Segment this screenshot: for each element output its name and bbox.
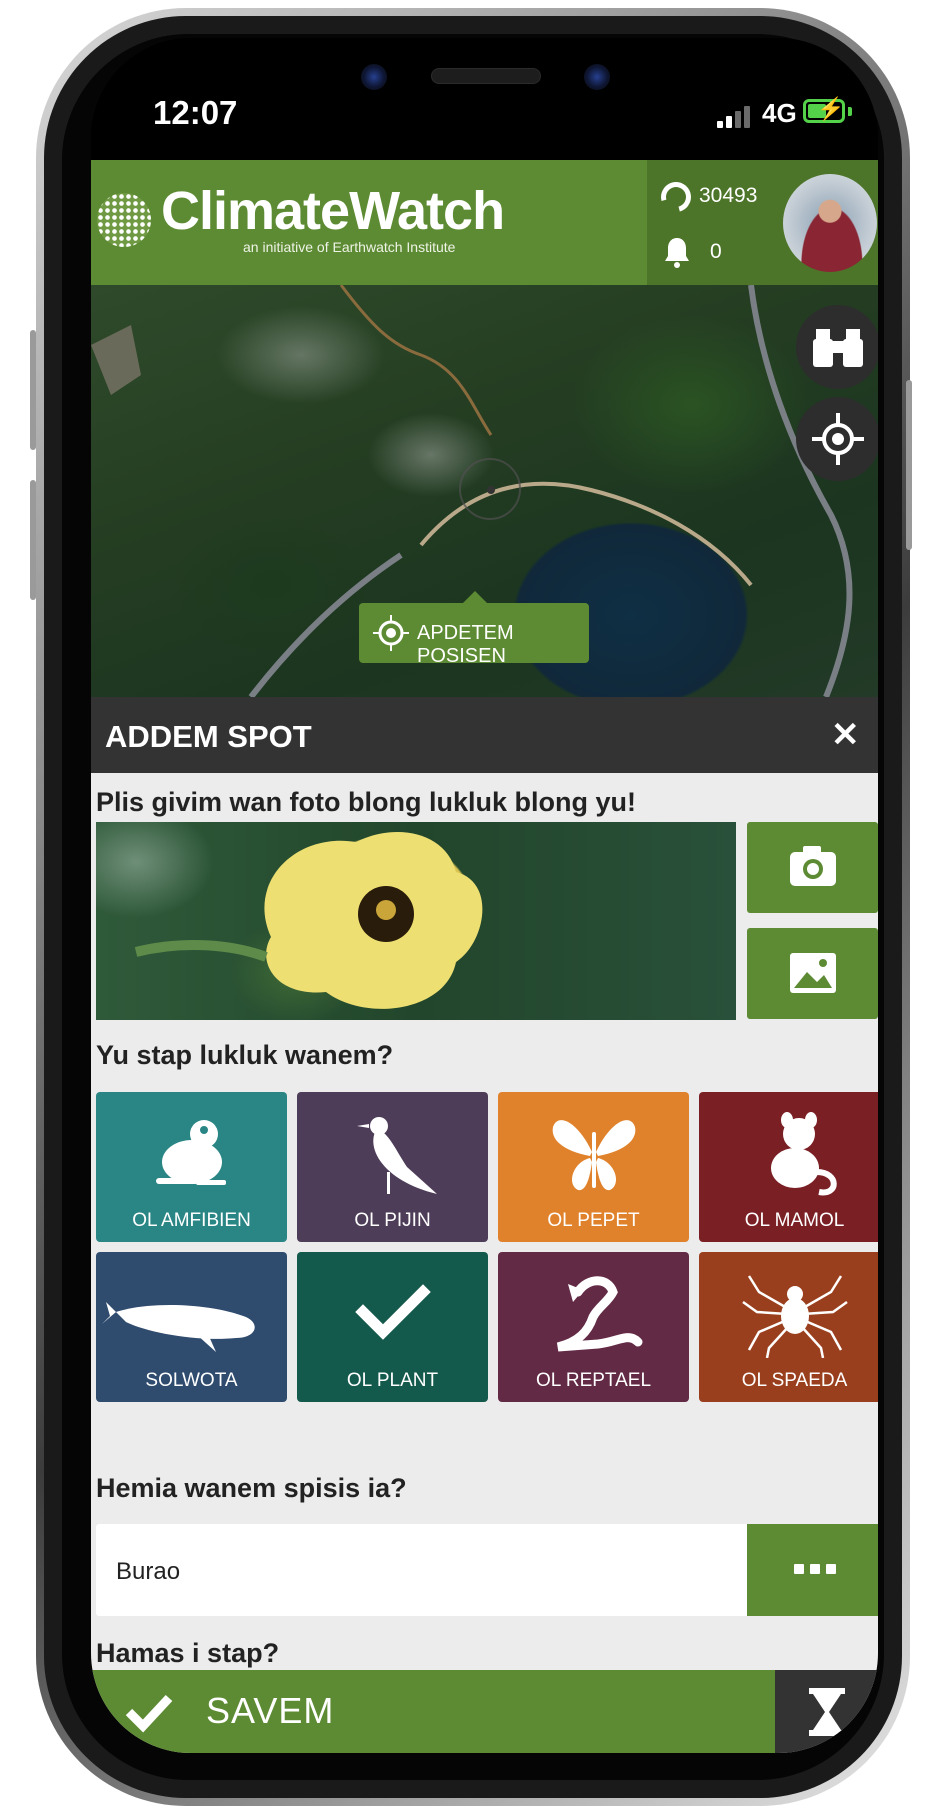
category-label: OL AMFIBIEN [132,1210,251,1231]
close-icon[interactable]: ✕ [831,715,860,755]
status-bar: 12:07 4G ⚡ [91,38,878,160]
crosshair-icon [812,413,864,465]
brand-tagline: an initiative of Earthwatch Institute [243,239,456,255]
possum-icon [771,1112,837,1196]
charging-bolt-icon: ⚡ [817,96,845,121]
brand-name: ClimateWatch [161,181,505,241]
signal-icon [717,106,750,128]
hourglass-icon [809,1688,845,1736]
image-icon [790,953,836,993]
notification-count: 0 [710,240,722,263]
category-tile-spiders[interactable]: OL SPAEDA [699,1252,878,1402]
battery-tip [848,107,852,116]
sensor-lens [584,64,610,90]
category-label: OL PEPET [547,1210,640,1231]
camera-icon [790,846,836,886]
status-time: 12:07 [153,94,238,131]
climatewatch-logo-icon [97,193,151,247]
spider-icon [742,1275,848,1358]
category-prompt: Yu stap lukluk wanem? [96,1040,394,1070]
footer-bar: SAVEM [91,1670,878,1753]
panel-title: ADDEM SPOT [105,719,312,754]
species-options-button[interactable] [747,1524,878,1616]
points-count: 30493 [699,184,758,207]
category-label: OL PLANT [346,1370,439,1391]
update-position-label: APDETEM POSISEN [417,622,514,667]
species-value: Burao [116,1558,181,1585]
category-label: OL PIJIN [354,1210,431,1231]
location-pin-icon [459,458,521,520]
check-icon [125,1694,173,1733]
map-view[interactable]: APDETEM POSISEN [91,285,878,697]
species-prompt: Hemia wanem spisis ia? [96,1473,407,1503]
locate-me-button[interactable] [796,397,878,481]
category-label: OL REPTAEL [535,1370,652,1391]
phone-side-button [906,380,912,550]
app-header: ClimateWatch an initiative of Earthwatch… [91,160,878,285]
avatar [783,174,877,272]
battery-icon: ⚡ [803,96,845,123]
species-input[interactable]: Burao [96,1524,747,1616]
network-type: 4G [762,98,797,128]
check-icon [355,1284,431,1340]
binoculars-button[interactable] [796,305,878,389]
category-tile-marine[interactable]: SOLWOTA [96,1252,287,1402]
observation-photo[interactable] [96,822,736,1020]
points-icon [655,176,697,218]
category-tile-plants[interactable]: OL PLANT [297,1252,488,1402]
phone-side-button [30,480,36,600]
count-prompt: Hamas i stap? [96,1638,280,1668]
bell-icon [665,238,689,268]
binoculars-icon [813,329,863,367]
category-tile-butterflies[interactable]: OL PEPET [498,1092,689,1242]
category-tile-mammals[interactable]: OL MAMOL [699,1092,878,1242]
save-label: SAVEM [206,1690,335,1731]
crosshair-icon [373,615,409,651]
camera-lens [361,64,387,90]
save-button[interactable]: SAVEM [91,1670,775,1753]
frog-icon [156,1120,226,1185]
choose-image-button[interactable] [747,928,878,1019]
panel-header: ADDEM SPOT ✕ [91,697,878,773]
category-tile-amphibians[interactable]: OL AMFIBIEN [96,1092,287,1242]
photo-prompt: Plis givim wan foto blong lukluk blong y… [96,787,636,817]
profile-button[interactable] [773,160,878,285]
lizard-icon [556,1276,643,1352]
flower-petals [134,832,483,1009]
phone-side-button [30,330,36,450]
butterfly-icon [552,1120,636,1191]
app-view: ClimateWatch an initiative of Earthwatch… [91,160,878,1753]
whale-icon [102,1302,255,1352]
timer-button[interactable] [775,1670,878,1753]
magpie-icon [357,1117,437,1194]
category-tile-birds[interactable]: OL PIJIN [297,1092,488,1242]
counters-box[interactable]: 30493 0 [647,160,773,285]
category-label: SOLWOTA [145,1370,238,1391]
more-icon [794,1564,836,1574]
phone-screen: 12:07 4G ⚡ ClimateWatch an initiative of… [91,38,878,1753]
update-position-button[interactable]: APDETEM POSISEN [359,591,589,667]
species-row: Burao [96,1524,878,1616]
speaker-grille [431,68,541,84]
take-photo-button[interactable] [747,822,878,913]
category-label: OL MAMOL [744,1210,845,1231]
category-tile-reptiles[interactable]: OL REPTAEL [498,1252,689,1402]
category-label: OL SPAEDA [741,1370,848,1391]
